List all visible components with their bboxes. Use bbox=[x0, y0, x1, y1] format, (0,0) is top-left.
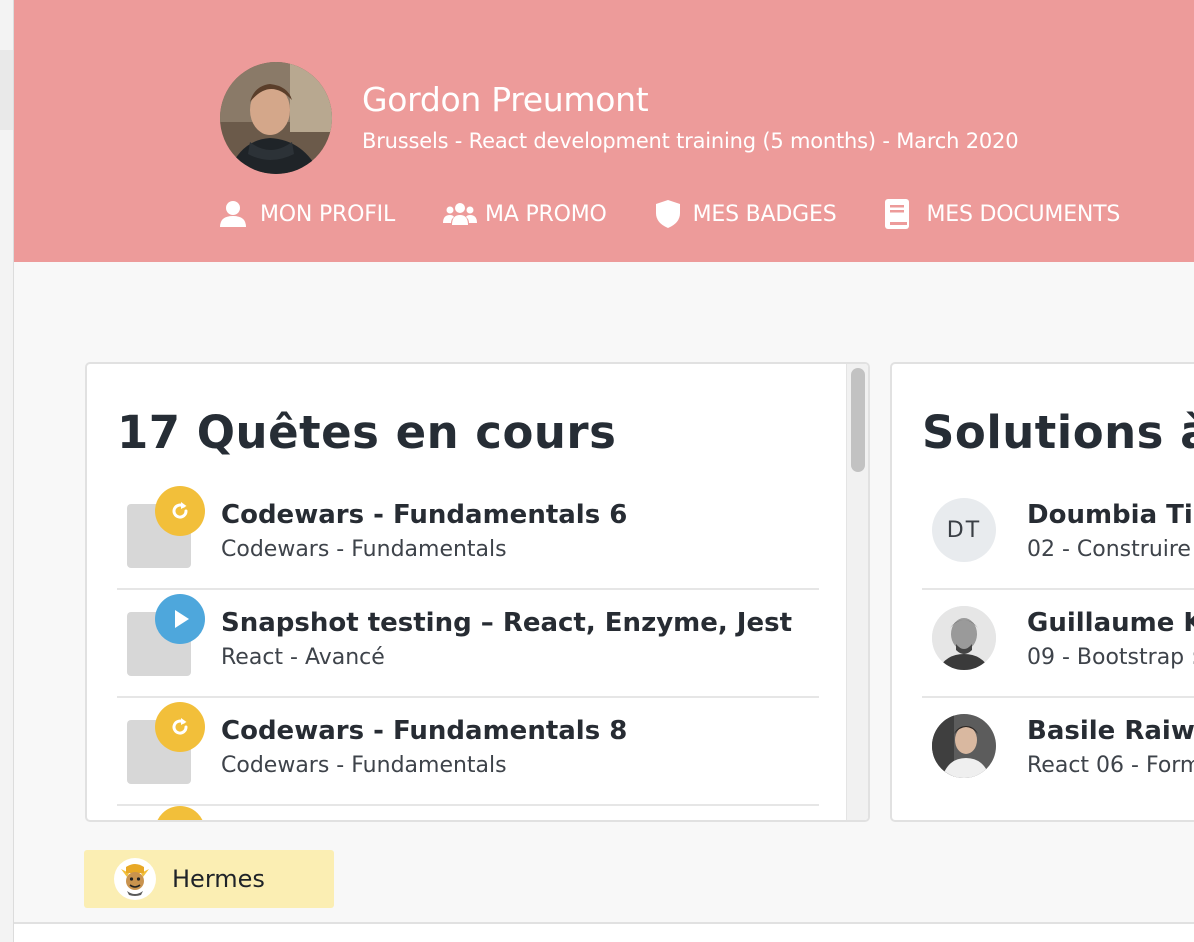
quest-title: Codewars - Fundamentals 6 bbox=[221, 500, 628, 530]
solution-avatar bbox=[932, 606, 996, 670]
retry-icon bbox=[172, 502, 188, 519]
user-photo-icon bbox=[932, 606, 996, 670]
solution-item[interactable]: DT Doumbia Tiek 02 - Construire u bbox=[922, 482, 1194, 590]
quest-list: Codewars - Fundamentals 6 Codewars - Fun… bbox=[117, 482, 819, 806]
quest-title: Codewars - Fundamentals 8 bbox=[221, 716, 628, 746]
hermes-label: Hermes bbox=[172, 865, 265, 893]
quest-subtitle: Codewars - Fundamentals bbox=[221, 537, 507, 562]
solution-quest: 02 - Construire u bbox=[1027, 537, 1194, 562]
quest-item[interactable]: Snapshot testing – React, Enzyme, Jest R… bbox=[117, 590, 819, 698]
nav-ma-promo-label: MA PROMO bbox=[485, 201, 607, 227]
shield-icon bbox=[655, 200, 680, 228]
nav-mes-badges[interactable]: MES BADGES bbox=[655, 199, 837, 229]
quest-subtitle: Codewars - Fundamentals bbox=[221, 753, 507, 778]
book-icon bbox=[885, 199, 910, 229]
user-name: Gordon Preumont bbox=[362, 80, 649, 119]
left-rail-tab[interactable] bbox=[0, 50, 13, 130]
quests-scroll-thumb[interactable] bbox=[851, 368, 865, 472]
solution-list: DT Doumbia Tiek 02 - Construire u Guilla… bbox=[922, 482, 1194, 806]
bottom-bar bbox=[14, 922, 1194, 942]
solution-item[interactable]: Basile Raiwet React 06 - Form bbox=[922, 698, 1194, 806]
nav-mon-profil-label: MON PROFIL bbox=[260, 201, 396, 227]
solutions-card: Solutions à DT Doumbia Tiek 02 - Constru… bbox=[890, 362, 1194, 822]
quest-subtitle: React - Avancé bbox=[221, 645, 385, 670]
quest-title: Snapshot testing – React, Enzyme, Jest bbox=[221, 608, 793, 638]
users-group-icon bbox=[443, 203, 478, 225]
quests-card-title: 17 Quêtes en cours bbox=[117, 406, 617, 459]
quest-item[interactable]: Codewars - Fundamentals 8 Codewars - Fun… bbox=[117, 698, 819, 806]
nav-mes-documents[interactable]: MES DOCUMENTS bbox=[884, 198, 1120, 230]
user-photo-icon bbox=[220, 62, 332, 174]
quest-status-play bbox=[155, 594, 205, 644]
profile-nav: MON PROFIL MA PROMO MES BADGES MES DOCUM… bbox=[218, 196, 1120, 232]
solution-author: Basile Raiwet bbox=[1027, 716, 1194, 746]
solution-item[interactable]: Guillaume Kre 09 - Bootstrap : bbox=[922, 590, 1194, 698]
solution-avatar-initials: DT bbox=[932, 498, 996, 562]
nav-mon-profil[interactable]: MON PROFIL bbox=[218, 199, 395, 229]
nav-mes-badges-label: MES BADGES bbox=[692, 201, 837, 227]
play-icon bbox=[175, 610, 189, 628]
retry-icon bbox=[172, 718, 188, 735]
left-rail bbox=[0, 0, 14, 942]
nav-ma-promo[interactable]: MA PROMO bbox=[443, 201, 607, 227]
quests-card: 17 Quêtes en cours Codewars - Fundamenta… bbox=[85, 362, 870, 822]
solution-author: Doumbia Tiek bbox=[1027, 500, 1194, 530]
quest-status-retry-partial bbox=[155, 806, 205, 820]
hermes-button[interactable]: Hermes bbox=[84, 850, 334, 908]
solution-quest: React 06 - Form bbox=[1027, 753, 1194, 778]
quest-status-retry bbox=[155, 702, 205, 752]
quest-status-retry bbox=[155, 486, 205, 536]
profile-header: Gordon Preumont Brussels - React develop… bbox=[14, 0, 1194, 262]
solutions-card-title: Solutions à bbox=[922, 406, 1194, 459]
hermes-mascot-icon bbox=[114, 858, 156, 900]
user-icon bbox=[220, 201, 246, 227]
solution-avatar bbox=[932, 714, 996, 778]
nav-mes-documents-label: MES DOCUMENTS bbox=[926, 201, 1121, 227]
user-photo-icon bbox=[932, 714, 996, 778]
quests-scrollbar[interactable] bbox=[846, 364, 868, 820]
solution-author: Guillaume Kre bbox=[1027, 608, 1194, 638]
user-avatar bbox=[220, 62, 332, 174]
quest-item[interactable]: Codewars - Fundamentals 6 Codewars - Fun… bbox=[117, 482, 819, 590]
user-training-info: Brussels - React development training (5… bbox=[362, 129, 1019, 153]
solution-quest: 09 - Bootstrap : bbox=[1027, 645, 1194, 670]
